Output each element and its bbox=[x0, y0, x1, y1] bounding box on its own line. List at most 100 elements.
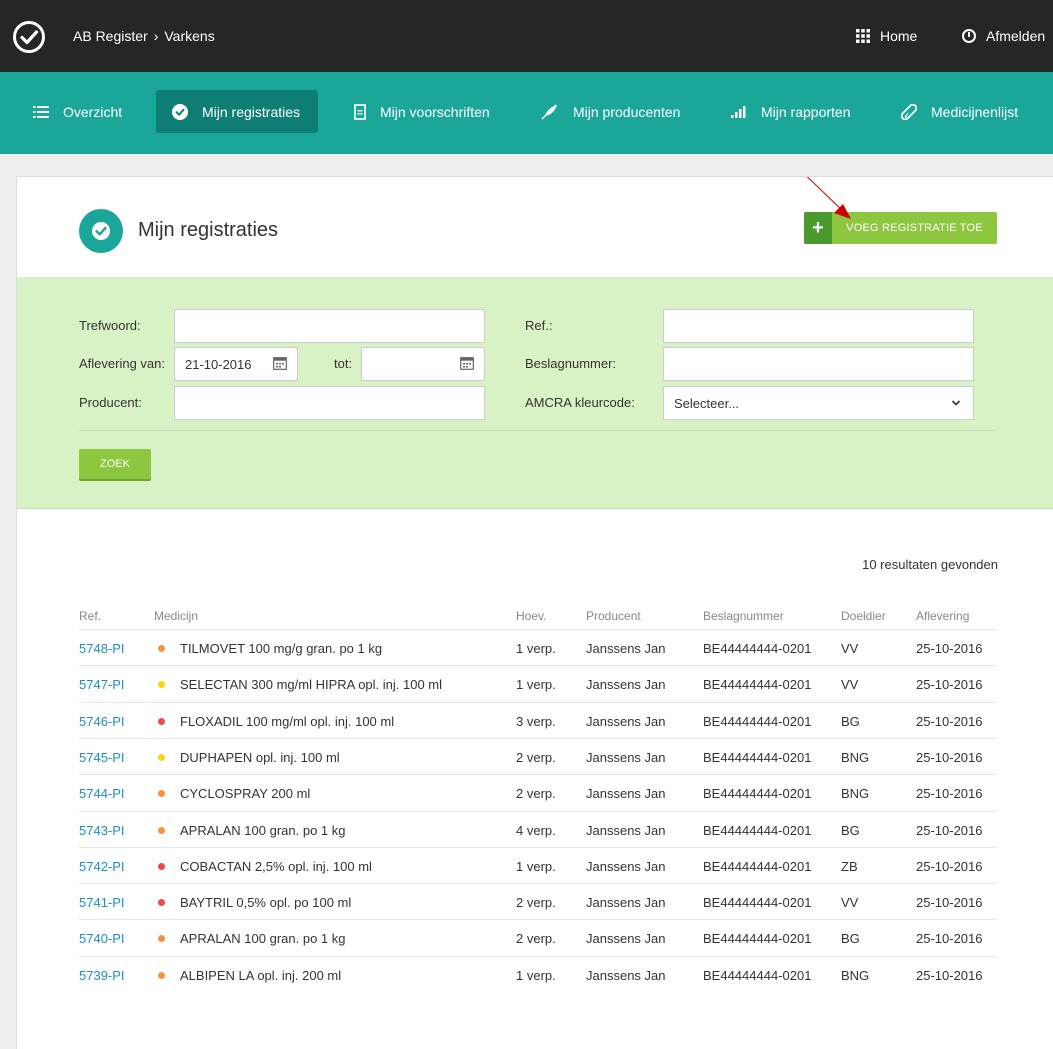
amcra-kleurcode-select[interactable]: Selecteer... bbox=[663, 386, 974, 420]
column-header-beslagnummer[interactable]: Beslagnummer bbox=[703, 609, 784, 623]
list-icon bbox=[33, 105, 49, 119]
cell-aflevering: 25-10-2016 bbox=[916, 749, 983, 765]
cell-beslagnummer: BE44444444-0201 bbox=[703, 677, 812, 693]
cell-ref[interactable]: 5745-PI bbox=[79, 750, 125, 765]
cell-hoev: 4 verp. bbox=[516, 822, 556, 838]
cell-producent: Janssens Jan bbox=[586, 931, 666, 947]
column-header-ref[interactable]: Ref. bbox=[79, 609, 101, 623]
cell-medicijn: FLOXADIL 100 mg/ml opl. inj. 100 ml bbox=[180, 713, 395, 729]
nav-medicijnenlijst[interactable]: Medicijnenlijst bbox=[901, 90, 1018, 133]
table-row[interactable]: 5743-PI APRALAN 100 gran. po 1 kg 4 verp. J… bbox=[79, 810, 997, 848]
aflevering-tot-input[interactable] bbox=[361, 347, 485, 381]
nav-label: Mijn rapporten bbox=[761, 103, 851, 120]
nav-mijn-voorschriften[interactable]: Mijn voorschriften bbox=[354, 90, 490, 133]
cell-ref[interactable]: 5742-PI bbox=[79, 859, 125, 874]
ref-input[interactable] bbox=[663, 309, 974, 343]
producent-input[interactable] bbox=[174, 386, 485, 420]
nav-mijn-registraties[interactable]: Mijn registraties bbox=[156, 90, 319, 133]
table-row[interactable]: 5748-PI TILMOVET 100 mg/g gran. po 1 kg 1 … bbox=[79, 629, 997, 666]
producent-label: Producent: bbox=[79, 395, 142, 410]
beslagnummer-input[interactable] bbox=[663, 347, 974, 381]
chevron-down-icon bbox=[951, 400, 961, 406]
beslagnummer-label: Beslagnummer: bbox=[525, 356, 617, 371]
ref-label: Ref.: bbox=[525, 318, 553, 333]
cell-aflevering: 25-10-2016 bbox=[916, 822, 983, 838]
cell-producent: Janssens Jan bbox=[586, 895, 666, 911]
aflevering-van-input[interactable]: 21-10-2016 bbox=[174, 347, 298, 381]
amcra-color-dot-icon bbox=[158, 717, 165, 725]
cell-aflevering: 25-10-2016 bbox=[916, 641, 983, 656]
cell-aflevering: 25-10-2016 bbox=[916, 858, 983, 874]
cell-doeldier: BNG bbox=[841, 786, 870, 802]
pill-icon bbox=[901, 103, 917, 120]
amcra-color-dot-icon bbox=[158, 935, 165, 943]
cell-beslagnummer: BE44444444-0201 bbox=[703, 895, 812, 911]
add-registration-button[interactable]: + VOEG REGISTRATIE TOE bbox=[804, 212, 997, 244]
table-row[interactable]: 5744-PI CYCLOSPRAY 200 ml 2 verp. Janssens … bbox=[79, 774, 997, 811]
filter-divider bbox=[79, 430, 997, 431]
column-header-aflevering[interactable]: Aflevering bbox=[916, 609, 969, 623]
cell-ref[interactable]: 5746-PI bbox=[79, 714, 125, 729]
filter-form: Trefwoord: Aflevering van: 21-10-2016 to… bbox=[17, 278, 1053, 509]
amcra-selected-value: Selecteer... bbox=[674, 395, 740, 411]
search-button[interactable]: ZOEK bbox=[79, 449, 151, 481]
tot-label: tot: bbox=[334, 356, 353, 371]
page-check-circle-icon bbox=[79, 209, 123, 253]
cell-beslagnummer: BE44444444-0201 bbox=[703, 786, 812, 802]
logout-link[interactable]: Afmelden bbox=[962, 28, 1045, 44]
cell-ref[interactable]: 5747-PI bbox=[79, 677, 125, 692]
cell-ref[interactable]: 5739-PI bbox=[79, 968, 125, 983]
app-logo-check-icon[interactable] bbox=[12, 20, 46, 54]
cell-hoev: 1 verp. bbox=[516, 677, 556, 693]
cell-doeldier: BG bbox=[841, 822, 860, 838]
cell-hoev: 2 verp. bbox=[516, 786, 556, 802]
table-row[interactable]: 5746-PI FLOXADIL 100 mg/ml opl. inj. 100 … bbox=[79, 701, 997, 739]
cell-ref[interactable]: 5743-PI bbox=[79, 823, 125, 838]
column-header-producent[interactable]: Producent bbox=[586, 609, 641, 623]
column-header-medicijn[interactable]: Medicijn bbox=[154, 609, 198, 623]
nav-mijn-rapporten[interactable]: Mijn rapporten bbox=[731, 90, 851, 133]
trefwoord-input[interactable] bbox=[174, 309, 485, 343]
table-row[interactable]: 5745-PI DUPHAPEN opl. inj. 100 ml 2 verp. J… bbox=[79, 737, 997, 775]
cell-aflevering: 25-10-2016 bbox=[916, 677, 983, 693]
calendar-icon[interactable] bbox=[273, 357, 287, 370]
cell-beslagnummer: BE44444444-0201 bbox=[703, 713, 812, 729]
cell-producent: Janssens Jan bbox=[586, 822, 666, 838]
cell-aflevering: 25-10-2016 bbox=[916, 713, 983, 729]
add-registration-label: VOEG REGISTRATIE TOE bbox=[832, 212, 997, 244]
cell-medicijn: APRALAN 100 gran. po 1 kg bbox=[180, 931, 346, 947]
cell-ref[interactable]: 5741-PI bbox=[79, 895, 125, 910]
cell-ref[interactable]: 5740-PI bbox=[79, 931, 125, 946]
column-header-hoev[interactable]: Hoev. bbox=[516, 609, 546, 623]
amcra-kleurcode-label: AMCRA kleurcode: bbox=[525, 395, 635, 410]
table-row[interactable]: 5740-PI APRALAN 100 gran. po 1 kg 2 verp. J… bbox=[79, 919, 997, 956]
nav-mijn-producenten[interactable]: Mijn producenten bbox=[541, 90, 680, 133]
cell-ref[interactable]: 5744-PI bbox=[79, 786, 125, 801]
document-icon bbox=[354, 103, 366, 120]
table-row[interactable]: 5741-PI BAYTRIL 0,5% opl. po 100 ml 2 verp… bbox=[79, 883, 997, 920]
cell-ref[interactable]: 5748-PI bbox=[79, 641, 125, 656]
cell-producent: Janssens Jan bbox=[586, 641, 666, 656]
table-row[interactable]: 5739-PI ALBIPEN LA opl. inj. 200 ml 1 verp… bbox=[79, 955, 997, 993]
aflevering-van-value: 21-10-2016 bbox=[185, 356, 252, 372]
top-bar: AB Register › Varkens Home Afmelden bbox=[0, 0, 1053, 72]
calendar-icon[interactable] bbox=[460, 357, 474, 370]
cell-medicijn: TILMOVET 100 mg/g gran. po 1 kg bbox=[180, 641, 383, 656]
breadcrumb-root[interactable]: AB Register bbox=[73, 28, 148, 44]
main-navigation: Overzicht Mijn registraties Mijn voorsch… bbox=[0, 72, 1053, 154]
results-count: 10 resultaten gevonden bbox=[862, 557, 998, 572]
cell-aflevering: 25-10-2016 bbox=[916, 967, 983, 983]
table-row[interactable]: 5742-PI COBACTAN 2,5% opl. inj. 100 ml 1 v… bbox=[79, 846, 997, 884]
cell-producent: Janssens Jan bbox=[586, 713, 666, 729]
nav-overzicht[interactable]: Overzicht bbox=[33, 90, 122, 133]
cell-hoev: 1 verp. bbox=[516, 858, 556, 874]
breadcrumb-current: Varkens bbox=[164, 28, 215, 44]
cell-doeldier: VV bbox=[841, 895, 859, 911]
cell-medicijn: BAYTRIL 0,5% opl. po 100 ml bbox=[180, 895, 352, 911]
home-link[interactable]: Home bbox=[856, 28, 917, 44]
main-panel: Mijn registraties + VOEG REGISTRATIE TOE… bbox=[16, 176, 1053, 1049]
cell-medicijn: APRALAN 100 gran. po 1 kg bbox=[180, 822, 346, 838]
cell-producent: Janssens Jan bbox=[586, 786, 666, 802]
table-row[interactable]: 5747-PI SELECTAN 300 mg/ml HIPRA opl. inj… bbox=[79, 665, 997, 702]
column-header-doeldier[interactable]: Doeldier bbox=[841, 609, 886, 623]
